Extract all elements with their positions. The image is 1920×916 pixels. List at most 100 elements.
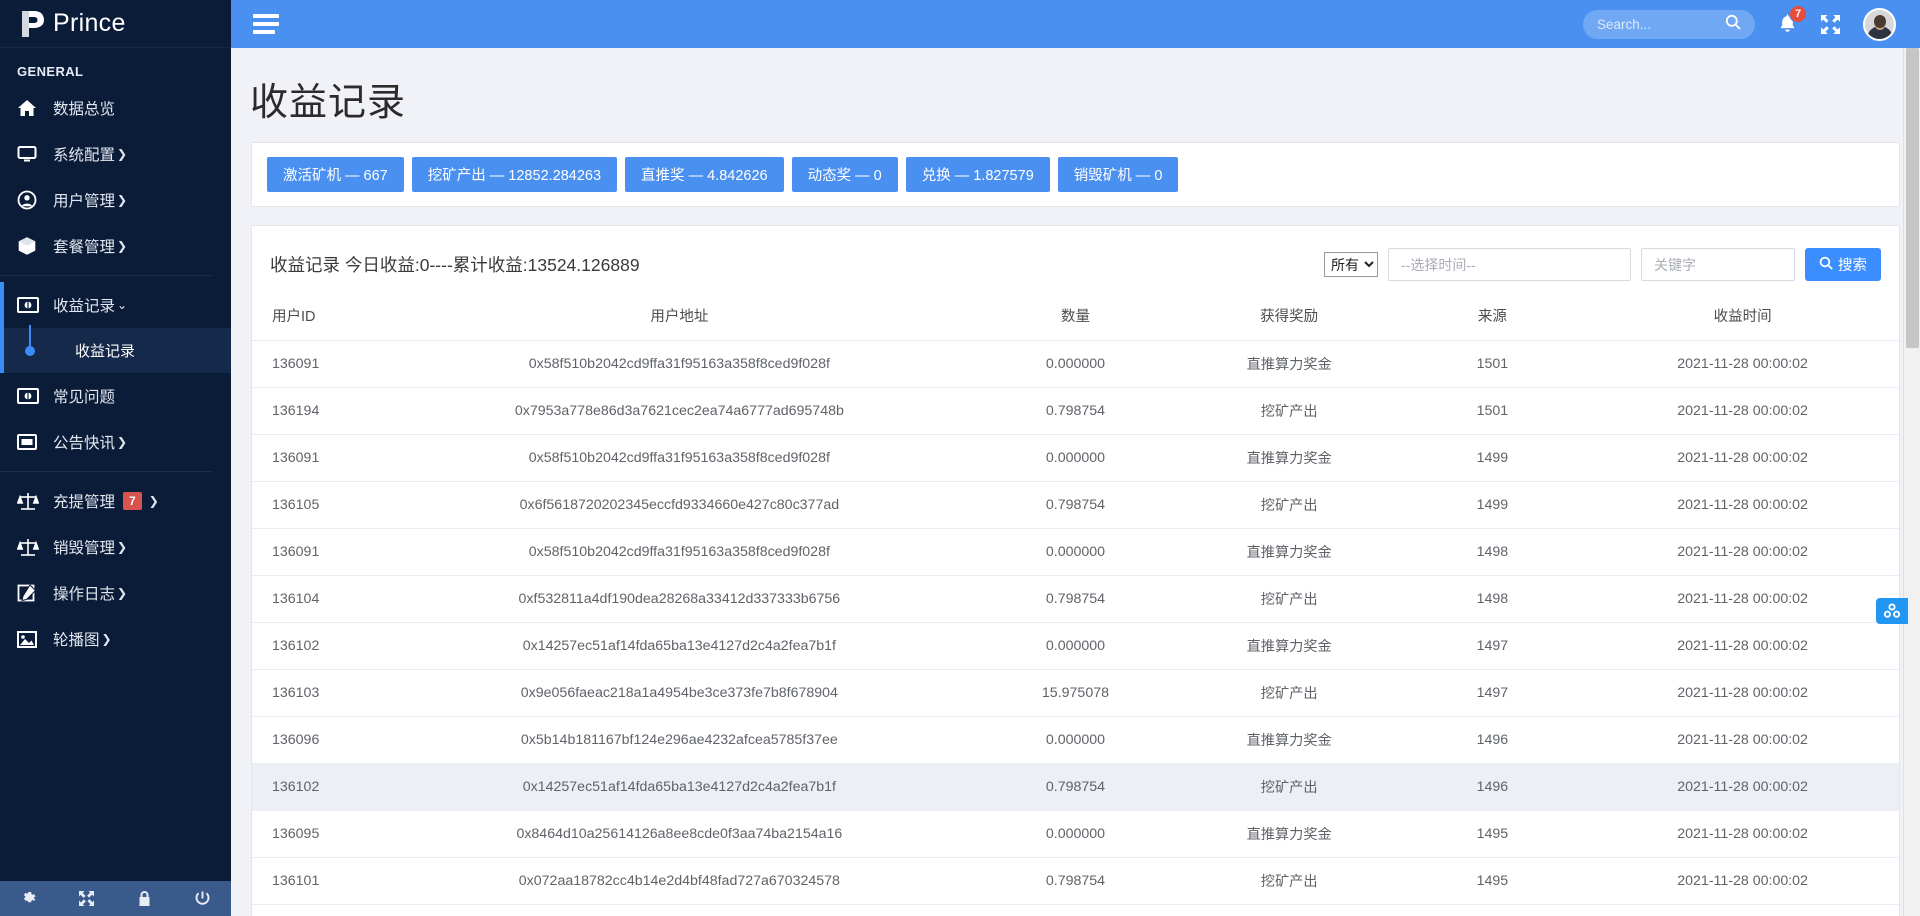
sidebar-item-deposit-withdraw[interactable]: 充提管理 7 ❯ [0,478,231,524]
table-row[interactable]: 1361940x7953a778e86d3a7621cec2ea74a6777a… [252,388,1899,435]
table-row[interactable]: 1361010x072aa18782cc4b14e2d4bf48fad727a6… [252,858,1899,905]
table-row[interactable]: 1361020x14257ec51af14fda65ba13e4127d2c4a… [252,623,1899,670]
sidebar-subitem-earnings-records[interactable]: 收益记录 [0,328,231,373]
sidebar-item-label: 常见问题 [53,385,115,407]
search-icon[interactable] [1725,14,1741,35]
main-content: 收益记录 激活矿机 — 667挖矿产出 — 12852.284263直推奖 — … [231,48,1920,916]
keyword-input[interactable] [1641,248,1795,281]
table-row[interactable]: 1361020x14257ec51af14fda65ba13e4127d2c4a… [252,764,1899,811]
stats-button-group: 激活矿机 — 667挖矿产出 — 12852.284263直推奖 — 4.842… [267,157,1884,192]
edit-square-icon [17,583,43,603]
cell-amount: 0.798754 [971,388,1179,435]
cell-user-address: 0x58f510b2042cd9ffa31f95163a358f8ced9f02… [388,435,972,482]
time-input[interactable] [1388,248,1631,281]
cell-user-id: 136096 [252,717,388,764]
stat-button[interactable]: 动态奖 — 0 [792,157,898,192]
table-row[interactable]: 1360960x5b14b181167bf124e296ae4232afcea5… [252,717,1899,764]
chevron-down-icon: ⌄ [117,298,127,312]
stat-button[interactable]: 兑换 — 1.827579 [906,157,1050,192]
type-select[interactable]: 所有 [1324,252,1378,277]
cell-user-id: 136102 [252,764,388,811]
floating-widget-icon[interactable] [1876,598,1908,624]
sidebar-item-dashboard[interactable]: 数据总览 [0,85,231,131]
home-icon [17,98,43,118]
chevron-right-icon: ❯ [117,586,127,600]
cell-amount: 0.000000 [971,623,1179,670]
cell-source: 1496 [1399,717,1587,764]
cell-reward-type: 挖矿产出 [1180,670,1399,717]
cell-reward-type: 挖矿产出 [1180,858,1399,905]
column-header: 收益时间 [1586,295,1899,341]
cell-user-id: 136102 [252,623,388,670]
sidebar-item-earnings-records[interactable]: 收益记录 ⌄ [0,282,231,328]
stat-button[interactable]: 销毁矿机 — 0 [1058,157,1179,192]
cell-amount: 0.798754 [971,858,1179,905]
cell-user-id: 136091 [252,341,388,388]
gear-icon[interactable] [0,890,58,907]
sidebar-item-operation-log[interactable]: 操作日志 ❯ [0,570,231,616]
cell-source: 1501 [1399,341,1587,388]
sidebar-item-faq[interactable]: 常见问题 [0,373,231,419]
avatar[interactable] [1863,8,1896,41]
table-row[interactable]: 1360910x58f510b2042cd9ffa31f95163a358f8c… [252,529,1899,576]
cell-earning-time: 2021-11-28 00:00:02 [1586,576,1899,623]
cell-earning-time: 2021-11-28 00:00:02 [1586,623,1899,670]
sidebar-item-announcements[interactable]: 公告快讯 ❯ [0,419,231,465]
cell-amount: 0.000000 [971,717,1179,764]
table-row[interactable]: 1361030x9e056faeac218a1a4954be3ce373fe7b… [252,670,1899,717]
search-input[interactable] [1595,16,1725,33]
hamburger-menu-icon[interactable] [253,10,281,38]
cell-source: 1499 [1399,482,1587,529]
scrollbar-thumb[interactable] [1906,48,1919,348]
page-scrollbar[interactable] [1903,48,1920,916]
stat-button[interactable]: 激活矿机 — 667 [267,157,404,192]
tree-dot-icon [17,341,43,361]
cell-earning-time: 2021-11-28 00:00:02 [1586,482,1899,529]
cell-amount: 0.798754 [971,482,1179,529]
cell-earning-time: 2021-11-28 00:00:02 [1586,811,1899,858]
cell-reward-type: 挖矿产出 [1180,576,1399,623]
table-row[interactable]: 1360950x8464d10a25614126a8ee8cde0f3aa74b… [252,811,1899,858]
cell-earning-time: 2021-11-28 00:00:02 [1586,670,1899,717]
sidebar-item-system-config[interactable]: 系统配置 ❯ [0,131,231,177]
table-body: 1360910x58f510b2042cd9ffa31f95163a358f8c… [252,341,1899,905]
cell-amount: 0.000000 [971,811,1179,858]
cell-amount: 0.000000 [971,435,1179,482]
search-button[interactable]: 搜索 [1805,248,1881,281]
money-icon [17,295,43,315]
balance-icon [17,537,43,557]
fullscreen-icon[interactable] [1820,14,1841,35]
sidebar-item-label: 系统配置 [53,143,115,165]
column-header: 数量 [971,295,1179,341]
sidebar-item-label: 销毁管理 [53,536,115,558]
table-head: 用户ID用户地址数量获得奖励来源收益时间 [252,295,1899,341]
sidebar-item-user-management[interactable]: 用户管理 ❯ [0,177,231,223]
search-button-label: 搜索 [1838,254,1867,275]
cell-amount: 0.798754 [971,764,1179,811]
brand-logo[interactable]: Prince [0,0,231,48]
expand-icon[interactable] [58,890,116,907]
cell-user-id: 136101 [252,858,388,905]
sidebar-item-carousel[interactable]: 轮播图 ❯ [0,616,231,662]
global-search[interactable] [1583,10,1755,39]
stat-button[interactable]: 挖矿产出 — 12852.284263 [412,157,617,192]
power-icon[interactable] [173,890,231,907]
cell-reward-type: 直推算力奖金 [1180,435,1399,482]
bell-icon[interactable]: 7 [1777,13,1798,35]
table-row[interactable]: 1360910x58f510b2042cd9ffa31f95163a358f8c… [252,341,1899,388]
page-title: 收益记录 [231,48,1920,126]
cell-reward-type: 直推算力奖金 [1180,717,1399,764]
cell-user-address: 0x58f510b2042cd9ffa31f95163a358f8ced9f02… [388,529,972,576]
cell-earning-time: 2021-11-28 00:00:02 [1586,341,1899,388]
table-row[interactable]: 1361040xf532811a4df190dea28268a33412d337… [252,576,1899,623]
search-icon [1819,256,1833,274]
cell-earning-time: 2021-11-28 00:00:02 [1586,858,1899,905]
cell-earning-time: 2021-11-28 00:00:02 [1586,717,1899,764]
lock-icon[interactable] [116,890,174,907]
table-row[interactable]: 1360910x58f510b2042cd9ffa31f95163a358f8c… [252,435,1899,482]
stat-button[interactable]: 直推奖 — 4.842626 [625,157,784,192]
sidebar-item-package-management[interactable]: 套餐管理 ❯ [0,223,231,269]
table-row[interactable]: 1361050x6f5618720202345eccfd9334660e427c… [252,482,1899,529]
cell-source: 1495 [1399,858,1587,905]
sidebar-item-burn-management[interactable]: 销毁管理 ❯ [0,524,231,570]
